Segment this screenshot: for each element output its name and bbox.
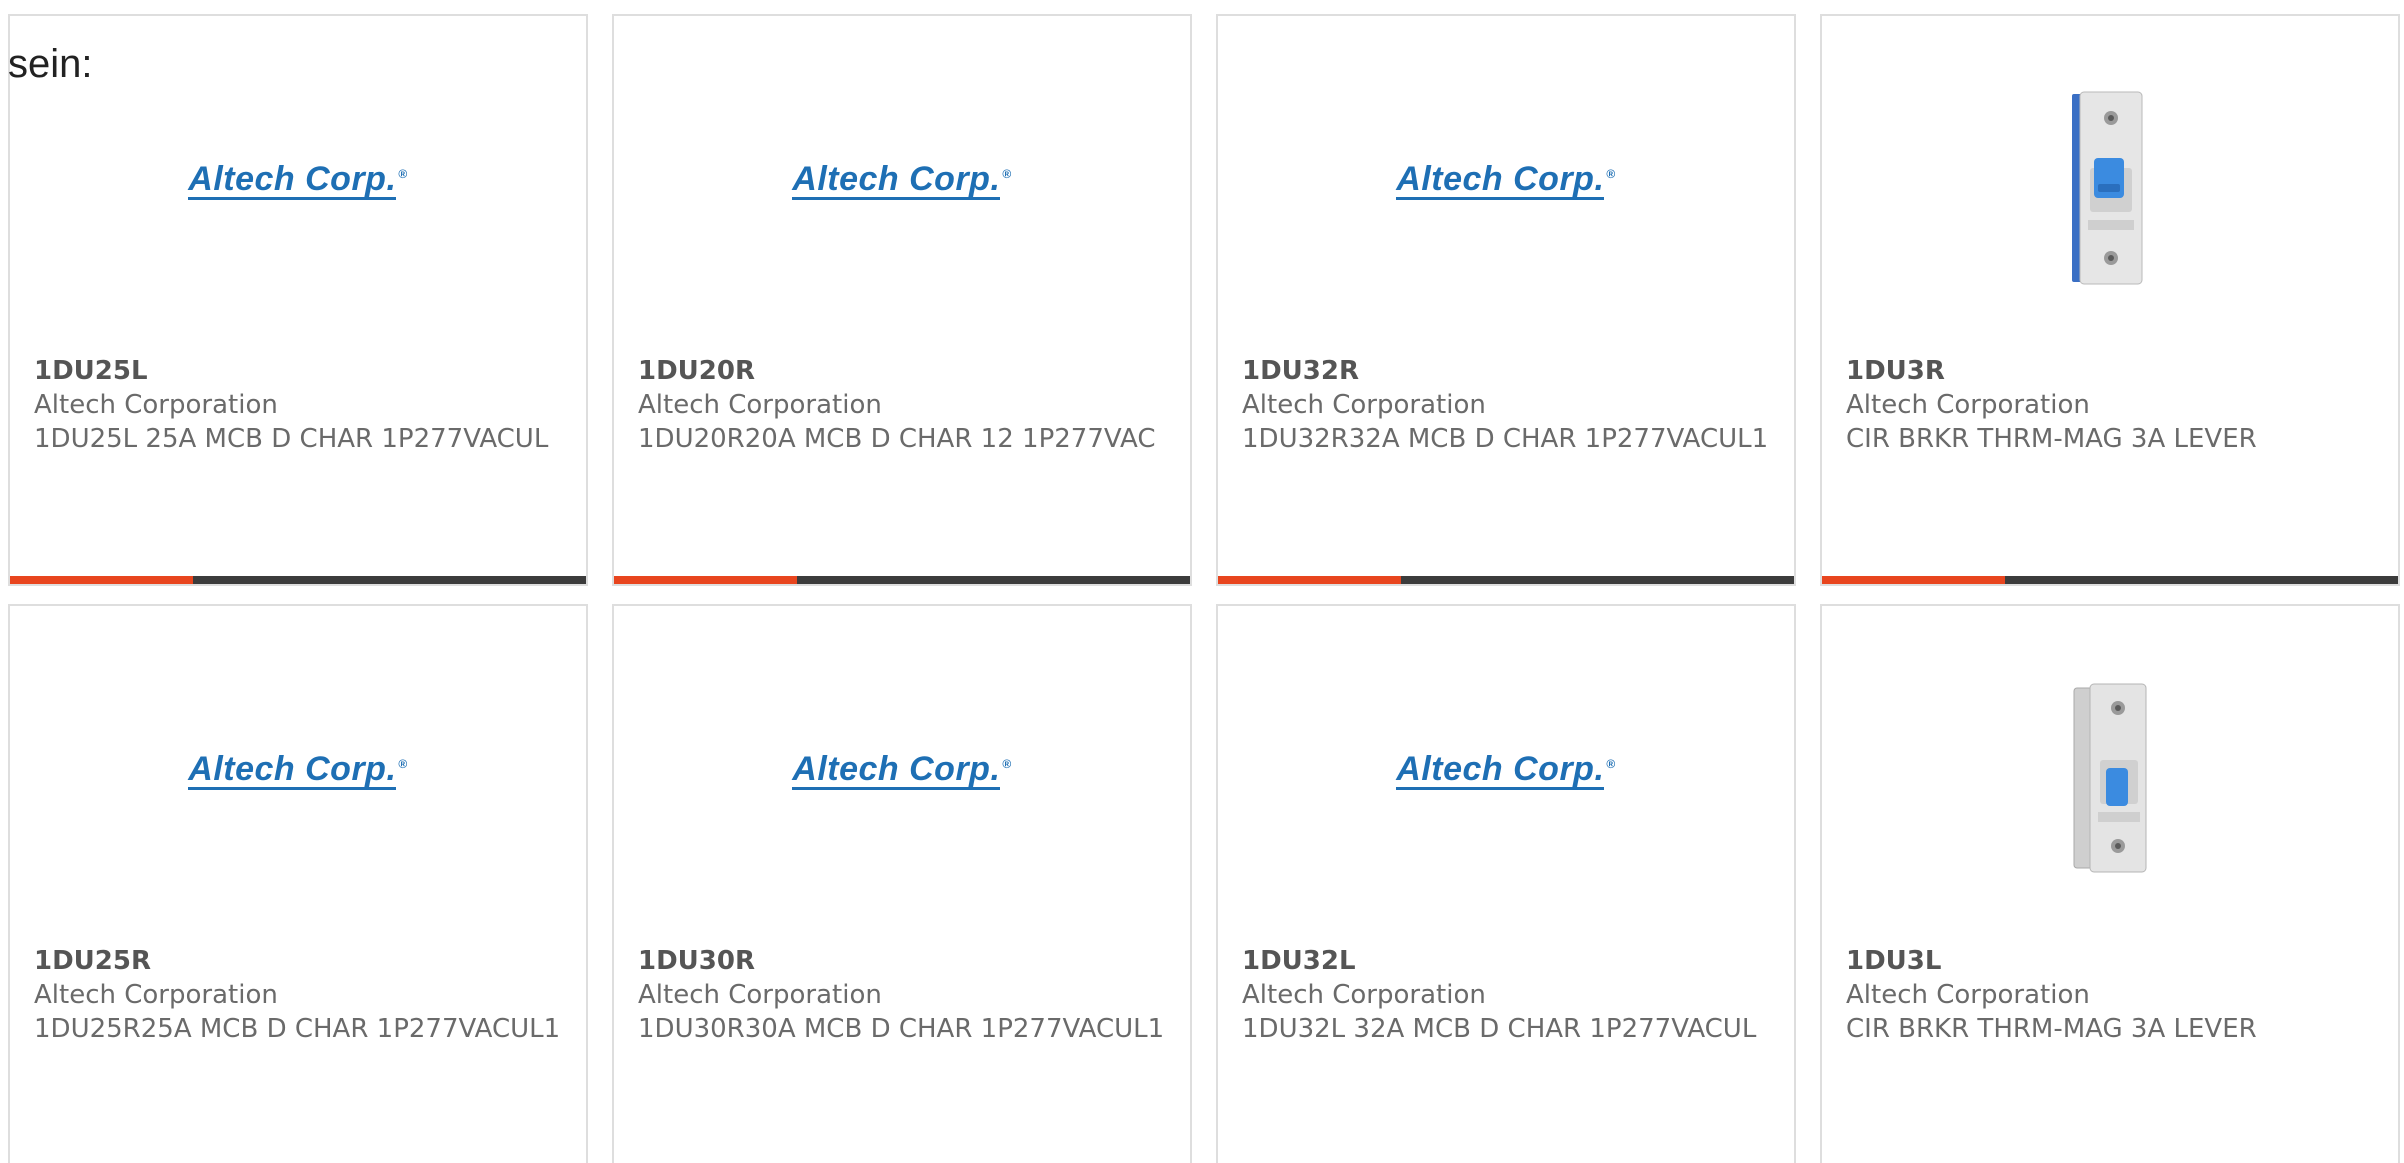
altech-logo: Altech Corp. ® (1396, 750, 1616, 790)
product-part-number[interactable]: 1DU3L (1846, 944, 2374, 978)
circuit-breaker-photo[interactable] (2050, 88, 2170, 288)
product-manufacturer: Altech Corporation (638, 390, 882, 420)
card-progress-bar (1218, 576, 1794, 584)
product-info: 1DU32L Altech Corporation 1DU32L 32A MCB… (1242, 944, 1770, 1046)
product-description: 1DU25R25A MCB D CHAR 1P277VACUL1 (34, 1014, 561, 1044)
product-card[interactable]: 1DU3R Altech Corporation CIR BRKR THRM-M… (1820, 14, 2400, 586)
product-info: 1DU25L Altech Corporation 1DU25L 25A MCB… (34, 354, 562, 456)
product-card[interactable]: Altech Corp. ® 1DU25R Altech Corporation … (8, 604, 588, 1163)
product-grid: Altech Corp. ® 1DU25L Altech Corporation … (8, 14, 2400, 1163)
product-description: 1DU32R32A MCB D CHAR 1P277VACUL1 (1242, 424, 1769, 454)
product-manufacturer: Altech Corporation (638, 980, 882, 1010)
card-progress-bar (614, 576, 1190, 584)
product-image[interactable]: Altech Corp. ® (10, 752, 586, 790)
product-image[interactable]: Altech Corp. ® (614, 752, 1190, 790)
product-image[interactable]: Altech Corp. ® (614, 162, 1190, 200)
product-part-number[interactable]: 1DU25L (34, 354, 562, 388)
altech-logo: Altech Corp. ® (1396, 160, 1616, 200)
product-part-number[interactable]: 1DU20R (638, 354, 1166, 388)
product-manufacturer: Altech Corporation (1242, 390, 1486, 420)
product-info: 1DU25R Altech Corporation 1DU25R25A MCB … (34, 944, 562, 1046)
product-card[interactable]: Altech Corp. ® 1DU32L Altech Corporation … (1216, 604, 1796, 1163)
product-part-number[interactable]: 1DU3R (1846, 354, 2374, 388)
altech-logo: Altech Corp. ® (188, 750, 408, 790)
product-description: 1DU32L 32A MCB D CHAR 1P277VACUL (1242, 1014, 1757, 1044)
product-info: 1DU3R Altech Corporation CIR BRKR THRM-M… (1846, 354, 2374, 456)
product-info: 1DU32R Altech Corporation 1DU32R32A MCB … (1242, 354, 1770, 456)
product-part-number[interactable]: 1DU32L (1242, 944, 1770, 978)
product-image[interactable]: Altech Corp. ® (1218, 162, 1794, 200)
product-description: 1DU20R20A MCB D CHAR 12 1P277VAC (638, 424, 1156, 454)
product-description: 1DU25L 25A MCB D CHAR 1P277VACUL (34, 424, 549, 454)
product-card[interactable]: Altech Corp. ® 1DU20R Altech Corporation … (612, 14, 1192, 586)
altech-logo: Altech Corp. ® (792, 160, 1012, 200)
circuit-breaker-photo[interactable] (2050, 678, 2170, 878)
product-part-number[interactable]: 1DU32R (1242, 354, 1770, 388)
product-info: 1DU30R Altech Corporation 1DU30R30A MCB … (638, 944, 1166, 1046)
card-progress-bar (10, 576, 586, 584)
product-manufacturer: Altech Corporation (1242, 980, 1486, 1010)
product-info: 1DU20R Altech Corporation 1DU20R20A MCB … (638, 354, 1166, 456)
product-description: 1DU30R30A MCB D CHAR 1P277VACUL1 (638, 1014, 1165, 1044)
product-part-number[interactable]: 1DU30R (638, 944, 1166, 978)
product-image[interactable]: Altech Corp. ® (10, 162, 586, 200)
product-manufacturer: Altech Corporation (1846, 980, 2090, 1010)
page: sein: Altech Corp. ® 1DU25L Altech Corpor… (0, 0, 2404, 1163)
card-progress-bar (1822, 576, 2398, 584)
product-card[interactable]: Altech Corp. ® 1DU32R Altech Corporation … (1216, 14, 1796, 586)
intro-text: sein: (8, 42, 93, 86)
product-card[interactable]: Altech Corp. ® 1DU30R Altech Corporation … (612, 604, 1192, 1163)
product-card[interactable]: 1DU3L Altech Corporation CIR BRKR THRM-M… (1820, 604, 2400, 1163)
product-description: CIR BRKR THRM-MAG 3A LEVER (1846, 1014, 2257, 1044)
product-manufacturer: Altech Corporation (34, 390, 278, 420)
product-part-number[interactable]: 1DU25R (34, 944, 562, 978)
product-card[interactable]: Altech Corp. ® 1DU25L Altech Corporation … (8, 14, 588, 586)
altech-logo: Altech Corp. ® (188, 160, 408, 200)
altech-logo: Altech Corp. ® (792, 750, 1012, 790)
product-manufacturer: Altech Corporation (1846, 390, 2090, 420)
product-manufacturer: Altech Corporation (34, 980, 278, 1010)
product-image[interactable]: Altech Corp. ® (1218, 752, 1794, 790)
product-description: CIR BRKR THRM-MAG 3A LEVER (1846, 424, 2257, 454)
product-info: 1DU3L Altech Corporation CIR BRKR THRM-M… (1846, 944, 2374, 1046)
